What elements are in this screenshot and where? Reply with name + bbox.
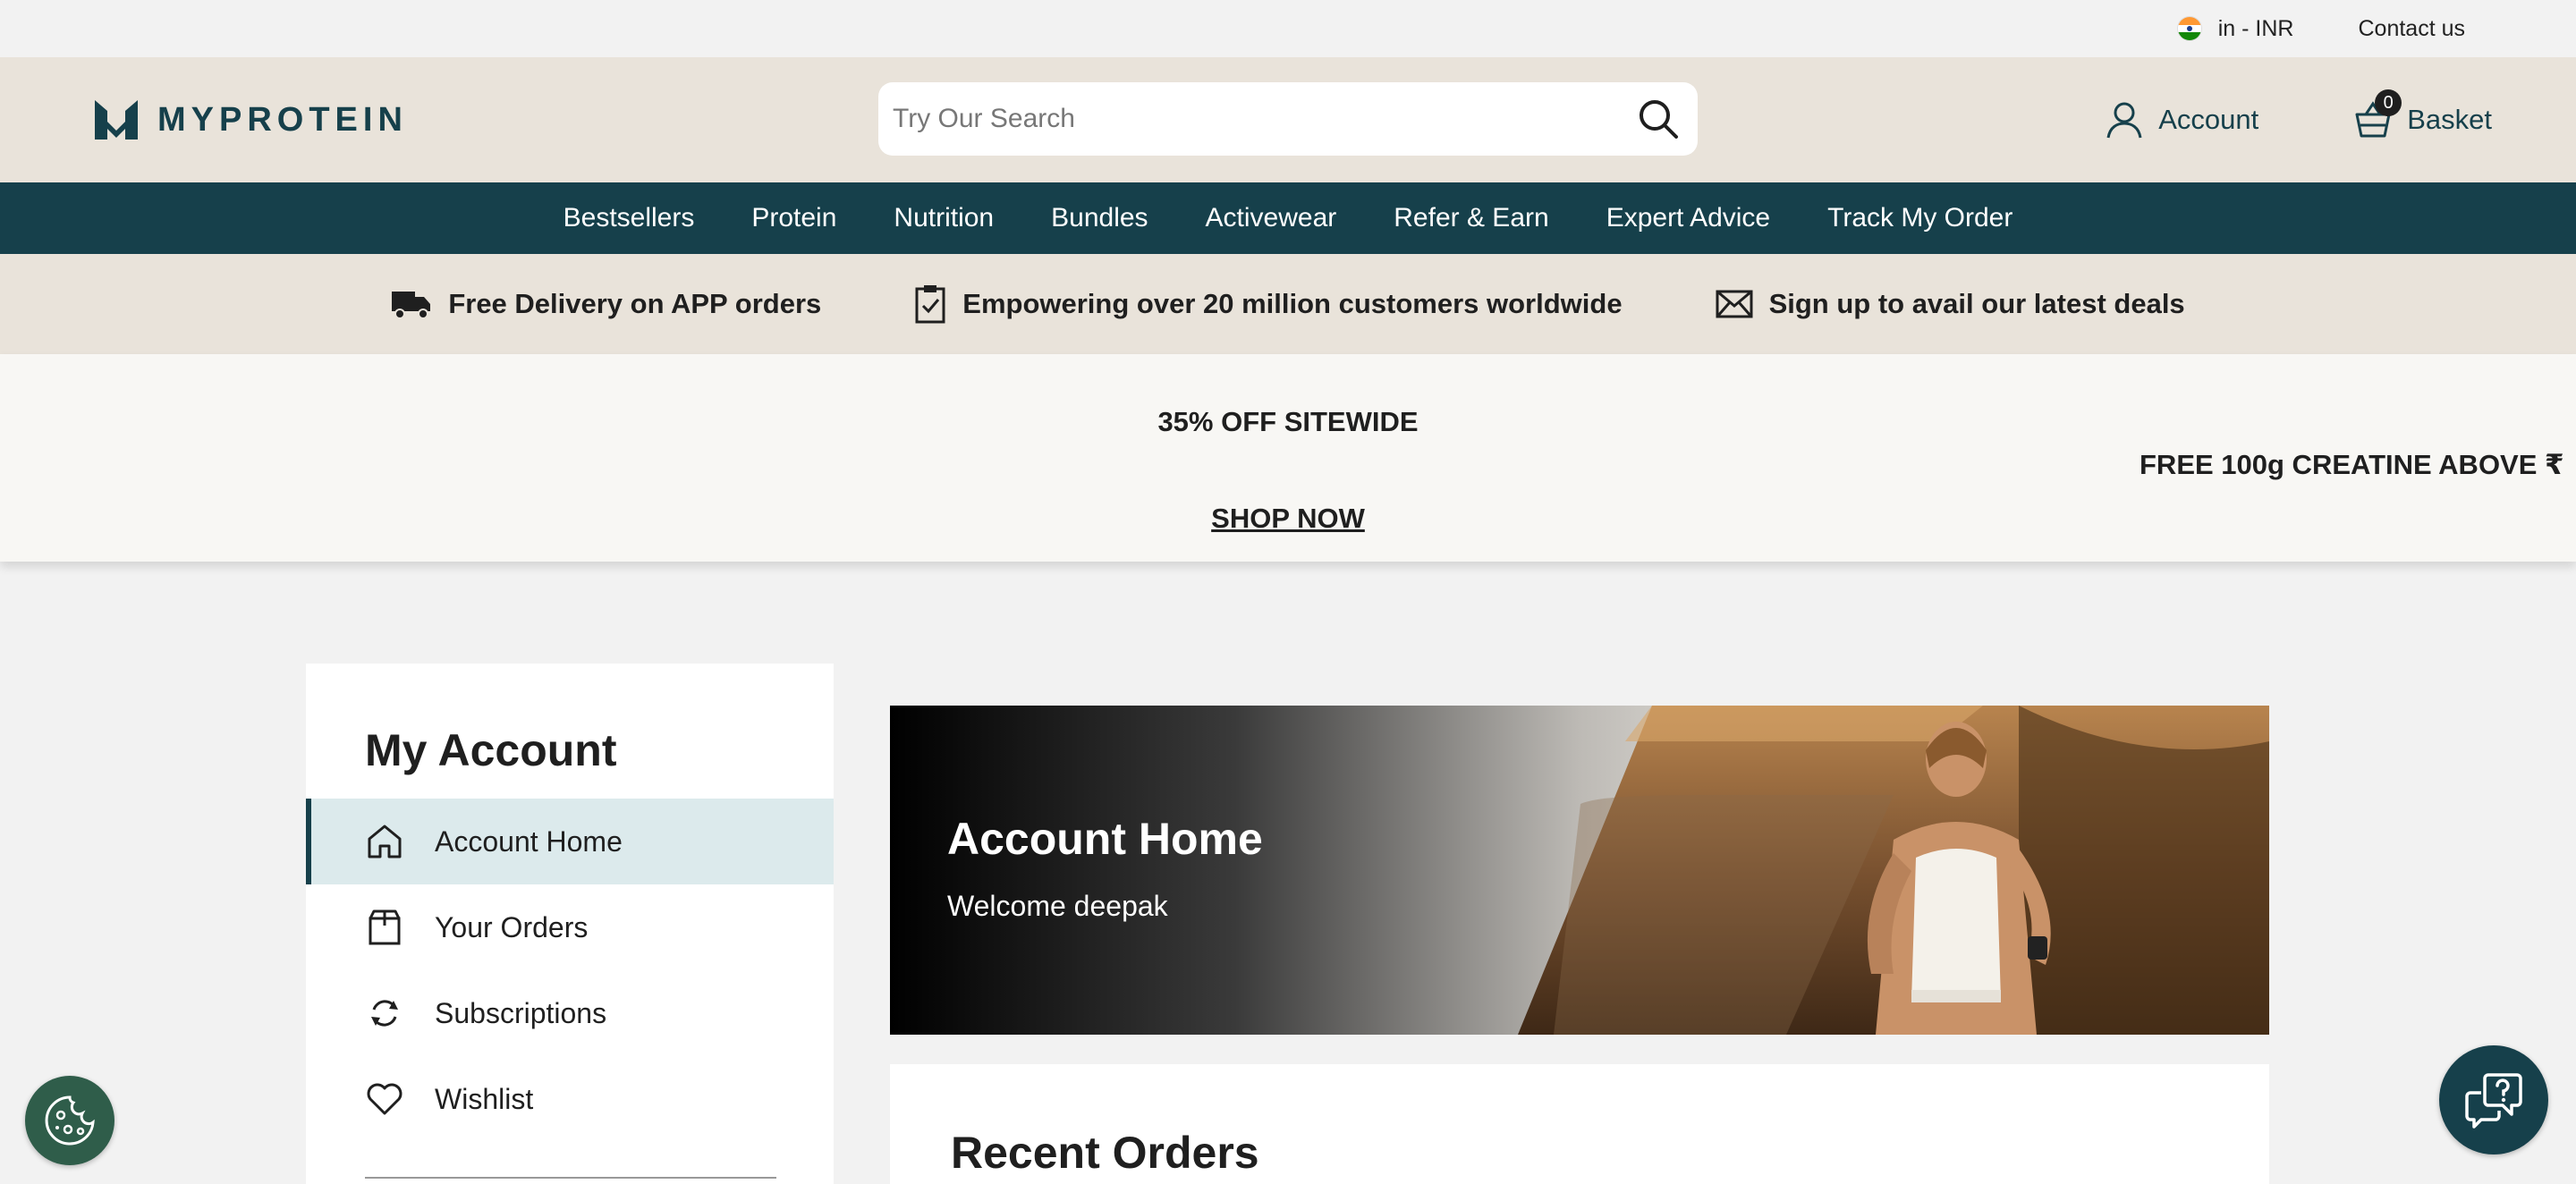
- sidebar-item-your-orders[interactable]: Your Orders: [306, 884, 834, 970]
- nav-item-bundles[interactable]: Bundles: [1051, 203, 1148, 233]
- myprotein-logo-icon: [95, 100, 138, 140]
- sidebar-item-label: Your Orders: [435, 910, 589, 943]
- india-flag-icon: [2176, 16, 2202, 41]
- cookie-icon: [45, 1095, 95, 1146]
- basket-count-badge: 0: [2375, 89, 2402, 116]
- benefit-label: Empowering over 20 million customers wor…: [962, 288, 1623, 319]
- sidebar-item-wishlist[interactable]: Wishlist: [306, 1056, 834, 1142]
- benefit-label: Sign up to avail our latest deals: [1768, 288, 2185, 319]
- sidebar-item-label: Subscriptions: [435, 996, 607, 1029]
- shop-now-link[interactable]: SHOP NOW: [0, 503, 2576, 535]
- sidebar-item-subscriptions[interactable]: Subscriptions: [306, 970, 834, 1056]
- site-header: MYPROTEIN Account 0: [0, 57, 2576, 182]
- help-chat-button[interactable]: [2439, 1045, 2548, 1154]
- sidebar-title: My Account: [365, 725, 617, 775]
- basket-button[interactable]: 0 Basket: [2353, 89, 2492, 140]
- utility-bar: in - INR Contact us: [0, 0, 2576, 57]
- search-input[interactable]: [893, 104, 1633, 134]
- sidebar-divider: [365, 1177, 776, 1179]
- header-actions: Account 0 Basket: [2105, 57, 2492, 182]
- nav-item-track-order[interactable]: Track My Order: [1827, 203, 2012, 233]
- home-icon: [365, 822, 404, 861]
- search-bar: [878, 82, 1698, 156]
- promo-next-slide[interactable]: FREE 100g CREATINE ABOVE ₹: [2140, 449, 2564, 481]
- locale-selector[interactable]: in - INR: [2176, 15, 2294, 42]
- nav-item-expert-advice[interactable]: Expert Advice: [1606, 203, 1770, 233]
- recent-orders-panel: Recent Orders: [890, 1064, 2269, 1184]
- user-icon: [2106, 102, 2142, 139]
- main-nav: Bestsellers Protein Nutrition Bundles Ac…: [0, 182, 2576, 254]
- account-button[interactable]: Account: [2105, 100, 2258, 140]
- box-icon: [365, 908, 404, 947]
- sidebar-item-label: Account Home: [435, 825, 623, 858]
- hero-welcome: Welcome deepak: [947, 890, 1168, 922]
- search-icon: [1640, 100, 1678, 139]
- search-button[interactable]: [1633, 94, 1683, 144]
- sidebar-item-label: Wishlist: [435, 1082, 534, 1115]
- nav-item-refer-earn[interactable]: Refer & Earn: [1394, 203, 1548, 233]
- promo-banner: 35% OFF SITEWIDE SHOP NOW FREE 100g CREA…: [0, 354, 2576, 562]
- clipboard-check-icon: [915, 285, 945, 324]
- contact-us-link[interactable]: Contact us: [2358, 16, 2465, 42]
- benefit-signup[interactable]: Sign up to avail our latest deals: [1716, 288, 2185, 320]
- benefit-customers: Empowering over 20 million customers wor…: [914, 284, 1623, 324]
- cookie-settings-button[interactable]: [25, 1076, 114, 1165]
- heart-icon: [365, 1079, 404, 1119]
- nav-item-nutrition[interactable]: Nutrition: [894, 203, 994, 233]
- basket-label: Basket: [2407, 104, 2492, 135]
- locale-label: in - INR: [2217, 15, 2294, 41]
- account-hero-banner: Account Home Welcome deepak: [890, 706, 2269, 1035]
- logo-text: MYPROTEIN: [157, 100, 408, 139]
- nav-item-activewear[interactable]: Activewear: [1206, 203, 1337, 233]
- account-label: Account: [2158, 104, 2259, 135]
- hero-title: Account Home: [947, 814, 1263, 864]
- sidebar-item-account-home[interactable]: Account Home: [306, 799, 834, 884]
- nav-item-bestsellers[interactable]: Bestsellers: [564, 203, 695, 233]
- myprotein-logo[interactable]: MYPROTEIN: [95, 100, 408, 140]
- benefit-label: Free Delivery on APP orders: [448, 288, 822, 319]
- account-sidebar: My Account Account Home Your Orders Subs…: [306, 664, 834, 1184]
- runner-photo: [1518, 706, 2269, 1035]
- chat-help-icon: [2465, 1073, 2522, 1129]
- truck-icon: [392, 292, 431, 319]
- envelope-icon: [1716, 290, 1753, 318]
- benefits-bar: Free Delivery on APP orders Empowering o…: [0, 254, 2576, 354]
- promo-title: 35% OFF SITEWIDE: [1157, 406, 1419, 437]
- nav-item-protein[interactable]: Protein: [751, 203, 836, 233]
- benefit-free-delivery: Free Delivery on APP orders: [391, 288, 821, 320]
- refresh-icon: [365, 994, 404, 1033]
- recent-orders-title: Recent Orders: [951, 1128, 1259, 1178]
